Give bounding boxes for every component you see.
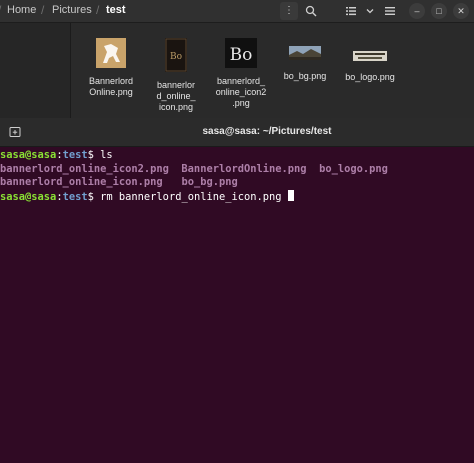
prompt-path: test — [62, 190, 88, 203]
bo-dark-thumbnail-icon: Bo — [145, 38, 207, 77]
terminal-title: sasa@sasa: ~/Pictures/test — [202, 126, 332, 137]
ls-entry: bo_logo.png — [319, 162, 388, 175]
more-vertical-icon: ⋮ — [284, 5, 294, 16]
logo-thumbnail-icon — [339, 38, 401, 66]
minimize-button[interactable]: – — [409, 3, 425, 19]
new-tab-icon — [9, 127, 21, 137]
terminal-line: bannerlord_online_icon2.png BannerlordOn… — [0, 163, 474, 177]
prompt-symbol: $ — [87, 190, 101, 203]
file-name-line: bo_logo.png — [345, 72, 395, 82]
list-view-button[interactable] — [342, 2, 360, 20]
breadcrumb-separator: / — [41, 3, 45, 17]
command-text: rm bannerlord_online_icon.png — [100, 190, 288, 203]
prompt-path: test — [62, 149, 88, 161]
file-name-line: d_online_ — [156, 91, 196, 101]
terminal-output[interactable]: sasa@sasa:test$ ls bannerlord_online_ico… — [0, 146, 474, 463]
file-name-line: bo_bg.png — [283, 71, 327, 81]
file-name-line: bannerlor — [156, 80, 196, 90]
ls-entry: bannerlord_online_icon2.png — [0, 162, 169, 175]
command-text: ls — [100, 149, 113, 161]
close-icon: ✕ — [457, 6, 465, 16]
file-manager-window: / Home / Pictures / test ⋮ – □ ✕ Bannerl… — [0, 0, 474, 118]
breadcrumb-separator: / — [96, 3, 100, 17]
text-cursor — [287, 189, 294, 201]
file-name-line: Online.png — [89, 87, 133, 97]
close-button[interactable]: ✕ — [453, 3, 469, 19]
breadcrumb-home[interactable]: Home — [7, 4, 36, 16]
terminal-line: bannerlord_online_icon.png bo_bg.png — [0, 176, 474, 190]
prompt-user: sasa@sasa — [0, 190, 57, 203]
chevron-down-icon — [366, 9, 374, 14]
view-options-button[interactable] — [361, 2, 379, 20]
file-item-bannerlord-online-icon[interactable]: Bo bannerlor d_online_ icon.png — [145, 38, 207, 113]
breadcrumb-pictures[interactable]: Pictures — [52, 4, 92, 16]
svg-text:Bo: Bo — [170, 52, 182, 62]
file-manager-sidebar — [0, 23, 71, 118]
terminal-line: sasa@sasa:test$ rm bannerlord_online_ico… — [0, 189, 474, 204]
terminal-window[interactable]: sasa@sasa: ~/Pictures/test sasa@sasa:tes… — [0, 118, 474, 460]
minimize-icon: – — [414, 6, 420, 16]
list-view-icon — [346, 7, 356, 16]
bo-letters-thumbnail-icon: Bo — [210, 38, 272, 73]
breadcrumb-test[interactable]: test — [106, 4, 126, 16]
prompt-symbol: $ — [87, 149, 101, 161]
file-name-line: .png — [232, 98, 250, 108]
menu-button[interactable] — [381, 2, 399, 20]
file-name-line: icon.png — [158, 102, 194, 112]
landscape-thumbnail-icon — [274, 38, 336, 65]
horse-thumbnail-icon — [80, 38, 142, 73]
breadcrumb-separator: / — [0, 3, 1, 17]
file-name-line: bannerlord_ — [216, 76, 266, 86]
file-manager-headerbar: / Home / Pictures / test ⋮ – □ ✕ — [0, 0, 474, 23]
maximize-icon: □ — [436, 6, 442, 16]
svg-text:Bo: Bo — [230, 45, 253, 65]
file-item-bannerlord-online-icon2[interactable]: Bo bannerlord_ online_icon2 .png — [210, 38, 272, 109]
maximize-button[interactable]: □ — [431, 3, 447, 19]
terminal-titlebar[interactable]: sasa@sasa: ~/Pictures/test — [0, 118, 474, 147]
file-item-bo-logo[interactable]: bo_logo.png — [339, 38, 401, 83]
terminal-line: sasa@sasa:test$ ls — [0, 149, 474, 163]
new-tab-button[interactable] — [6, 123, 24, 141]
file-item-bo-bg[interactable]: bo_bg.png — [274, 38, 336, 82]
hamburger-menu-icon — [385, 7, 395, 15]
ls-entry: BannerlordOnline.png — [181, 162, 307, 175]
prompt-user: sasa@sasa — [0, 149, 57, 161]
search-icon — [305, 5, 317, 17]
file-name-line: Bannerlord — [88, 76, 134, 86]
file-name-line: online_icon2 — [215, 87, 267, 97]
search-button[interactable] — [302, 2, 320, 20]
ls-entry: bannerlord_online_icon.png — [0, 176, 163, 189]
breadcrumb-menu-button[interactable]: ⋮ — [280, 2, 298, 20]
file-item-bannerlordonline[interactable]: Bannerlord Online.png — [80, 38, 142, 98]
ls-entry: bo_bg.png — [181, 176, 238, 189]
